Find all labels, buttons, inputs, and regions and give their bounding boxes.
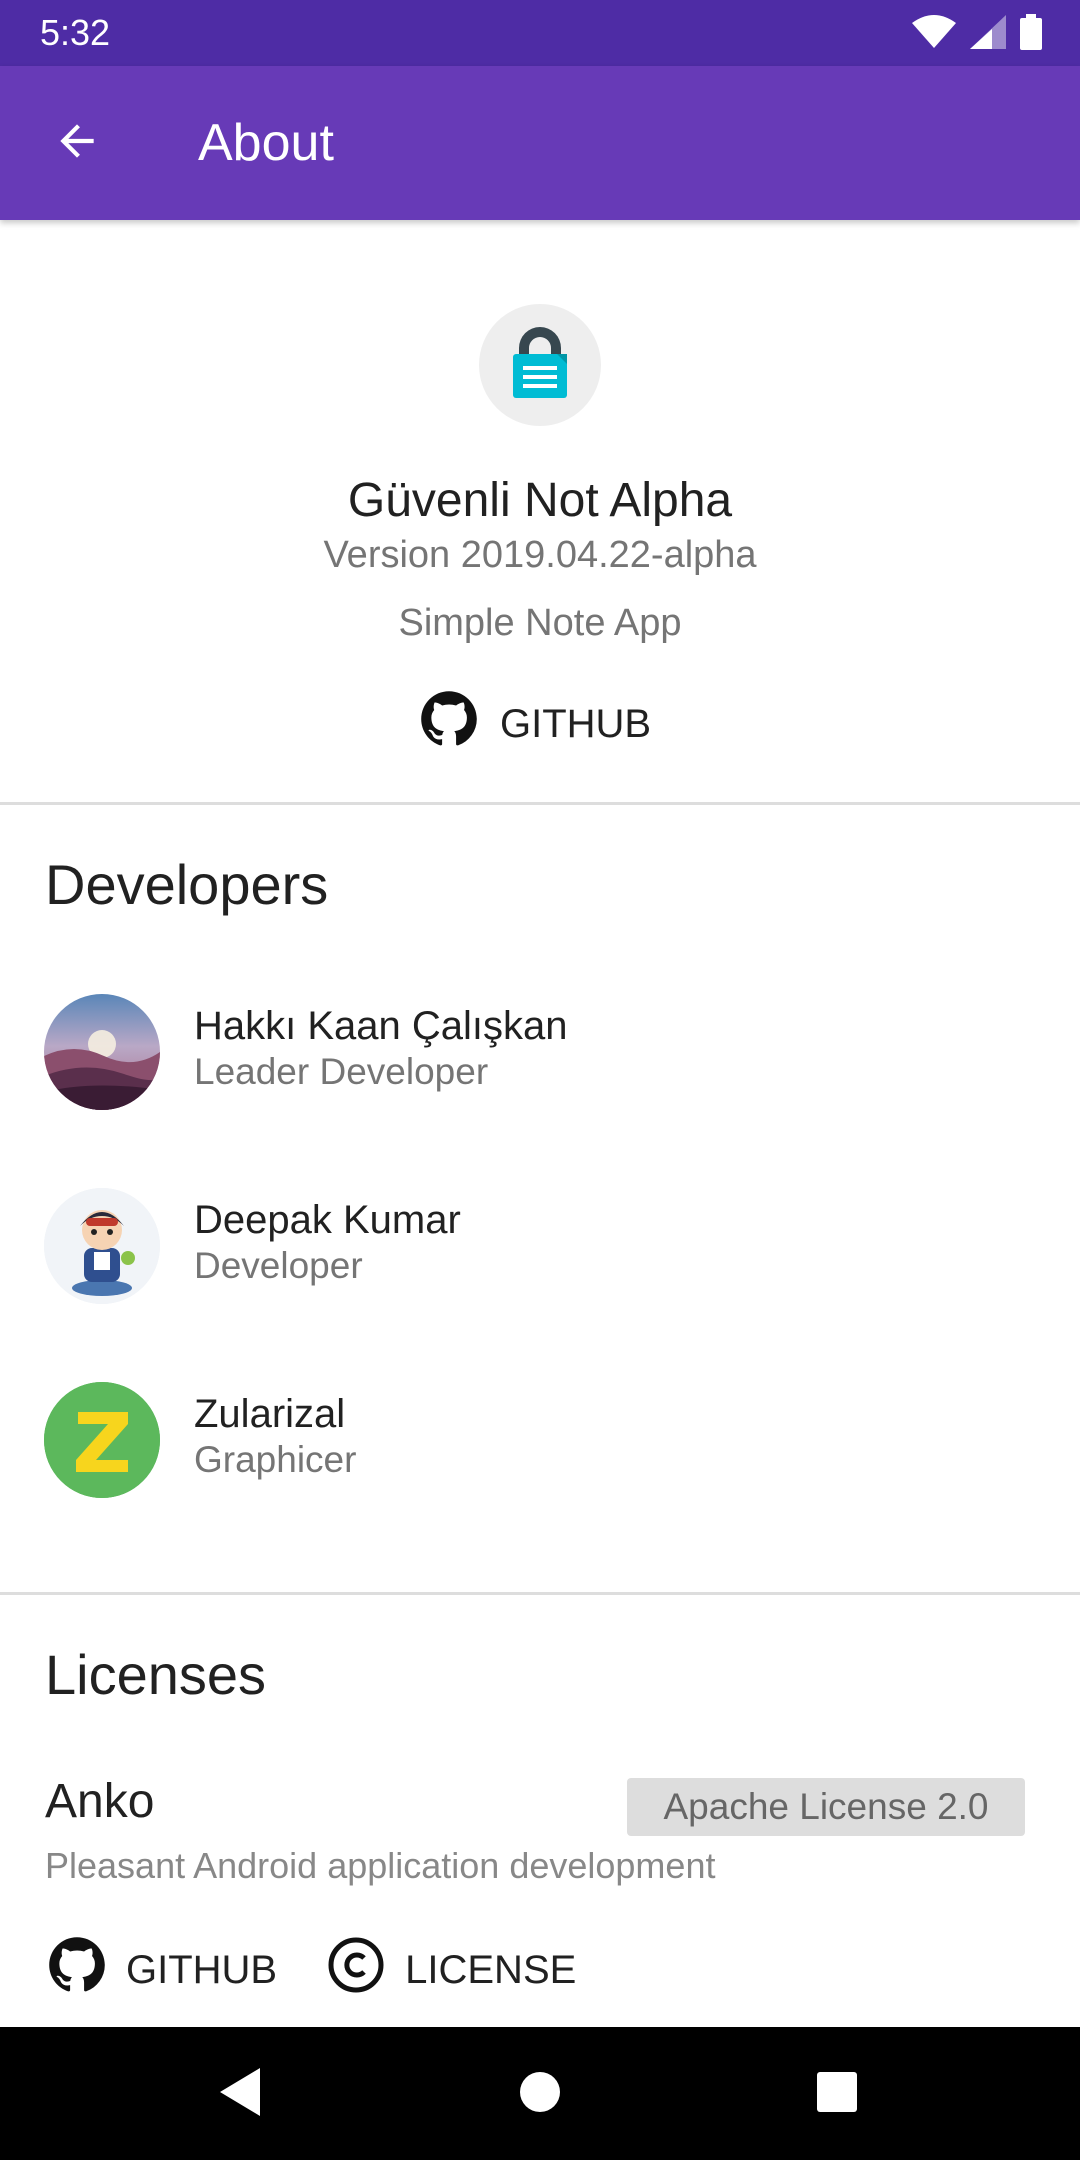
secure-note-icon [509,326,571,405]
status-bar: 5:32 [0,0,1080,66]
landscape-avatar [44,994,160,1110]
navigation-bar [0,2027,1080,2160]
wifi-icon [912,15,956,54]
library-description: Pleasant Android application development [45,1845,716,1886]
back-button[interactable] [40,106,114,180]
about-content[interactable]: Güvenli Not Alpha Version 2019.04.22-alp… [0,220,1080,2027]
divider [0,802,1080,805]
status-icons [912,14,1042,55]
developer-role: Graphicer [194,1439,357,1480]
nav-back-button[interactable] [203,2057,277,2131]
github-icon [48,1936,106,2004]
app-bar: About [0,66,1080,220]
app-version: Version 2019.04.22-alpha [323,534,757,576]
app-name: Güvenli Not Alpha [347,474,733,527]
license-badge: Apache License 2.0 [627,1778,1025,1836]
app-icon [479,304,601,426]
app-description: Simple Note App [398,602,682,644]
nav-home-button[interactable] [503,2057,577,2131]
back-triangle-icon [216,2066,264,2123]
developers-title: Developers [45,853,329,916]
status-time: 5:32 [40,12,111,53]
github-label: GITHUB [126,1947,278,1992]
developer-item[interactable]: Zularizal Graphicer [0,1382,1080,1512]
developer-item[interactable]: Hakkı Kaan Çalışkan Leader Developer [0,994,1080,1124]
developer-role: Leader Developer [194,1051,489,1092]
library-github-button[interactable]: GITHUB [48,1936,277,2004]
github-label: GITHUB [500,701,652,746]
copyright-icon [327,1936,385,2004]
app-github-button[interactable]: GITHUB [420,691,652,754]
arrow-back-icon [52,116,102,171]
nav-recents-button[interactable] [800,2057,874,2131]
library-actions: GITHUB LICENSE [48,1936,626,2004]
developer-name: Deepak Kumar [194,1198,461,1242]
home-circle-icon [518,2070,562,2119]
github-icon [420,690,478,758]
letter-z-avatar [44,1382,160,1498]
library-license-button[interactable]: LICENSE [327,1936,576,2004]
divider [0,1592,1080,1595]
page-title: About [198,114,334,172]
license-label: LICENSE [405,1947,577,1992]
developer-item[interactable]: Deepak Kumar Developer [0,1188,1080,1318]
library-name: Anko [45,1775,155,1828]
developer-name: Zularizal [194,1392,346,1436]
licenses-title: Licenses [45,1643,267,1706]
battery-icon [1020,14,1042,55]
developer-role: Developer [194,1245,363,1286]
recents-square-icon [816,2071,858,2118]
developer-name: Hakkı Kaan Çalışkan [194,1004,568,1048]
cellular-signal-icon [970,15,1006,54]
cartoon-avatar [44,1188,160,1304]
